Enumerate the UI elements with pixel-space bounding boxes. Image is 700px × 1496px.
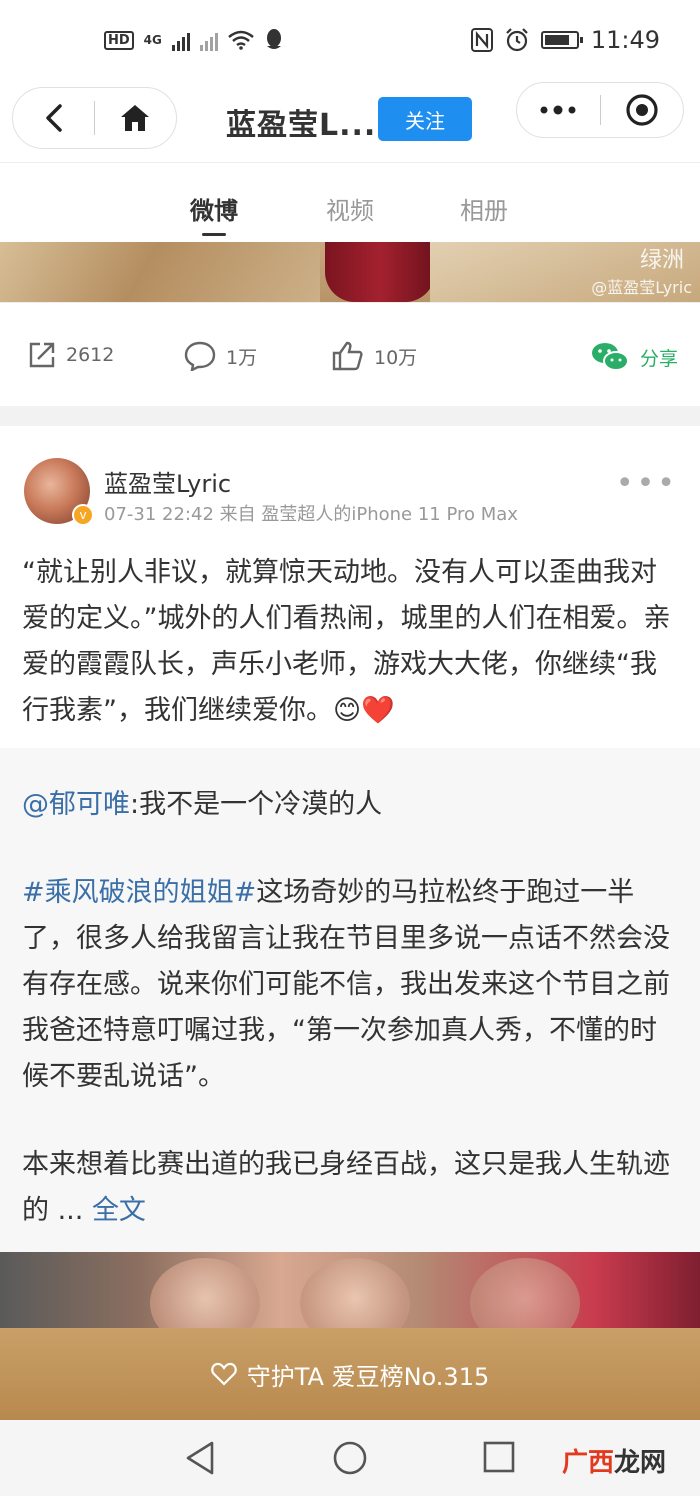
system-nav-bar: 广西龙网 bbox=[0, 1420, 700, 1496]
status-right: 11:49 bbox=[470, 26, 660, 54]
battery-icon bbox=[540, 31, 583, 49]
clock: 11:49 bbox=[590, 26, 660, 54]
target-icon bbox=[626, 94, 658, 126]
comment-button[interactable]: 1万 bbox=[184, 341, 257, 371]
image-watermark-handle: @蓝盈莹Lyric bbox=[591, 278, 692, 297]
reposted-content[interactable]: @郁可唯:我不是一个冷漠的人 #乘风破浪的姐姐#这场奇妙的马拉松终于跑过一半了，… bbox=[0, 748, 700, 1252]
nav-back-icon[interactable] bbox=[184, 1440, 216, 1476]
post-more-icon[interactable]: ••• bbox=[616, 469, 678, 499]
image-face bbox=[150, 1258, 260, 1328]
logo-black-text: 龙网 bbox=[613, 1448, 666, 1478]
wechat-icon bbox=[592, 343, 629, 371]
like-button[interactable]: 10万 bbox=[332, 341, 417, 371]
profile-tabs: 微博 视频 相册 bbox=[0, 162, 700, 242]
nav-home-icon[interactable] bbox=[332, 1440, 368, 1476]
image-face bbox=[300, 1258, 410, 1328]
verified-badge-icon: v bbox=[72, 504, 94, 526]
post-text: “就让别人非议，就算惊天动地。没有人可以歪曲我对爱的定义。”城外的人们看热闹，城… bbox=[22, 557, 671, 726]
comment-count: 1万 bbox=[226, 346, 258, 369]
more-icon bbox=[540, 105, 576, 115]
signal-icon bbox=[171, 29, 190, 51]
back-icon bbox=[45, 104, 62, 132]
network-label: 4G bbox=[143, 33, 162, 47]
status-bar: HD 4G 11:49 bbox=[0, 0, 700, 80]
hd-badge: HD bbox=[104, 30, 134, 50]
status-left: HD 4G bbox=[104, 28, 284, 52]
nav-header: 蓝盈莹L... 关注 bbox=[0, 80, 700, 162]
repost-icon bbox=[29, 342, 55, 368]
post-action-bar: 2612 1万 10万 分享 bbox=[0, 302, 700, 406]
post-username[interactable]: 蓝盈莹Lyric bbox=[104, 464, 231, 499]
repost-paragraph-text: 这场奇妙的马拉松终于跑过一半了，很多人给我留言让我在节目里多说一点话不然会没有存… bbox=[22, 877, 670, 1092]
tab-video[interactable]: 视频 bbox=[326, 191, 374, 226]
wifi-icon bbox=[228, 30, 254, 50]
tab-weibo[interactable]: 微博 bbox=[190, 191, 238, 226]
share-label: 分享 bbox=[640, 347, 679, 370]
image-figure bbox=[325, 242, 435, 302]
repost-mention-text: :我不是一个冷漠的人 bbox=[130, 789, 383, 820]
share-wechat-button[interactable]: 分享 bbox=[590, 341, 678, 373]
repost-image[interactable] bbox=[0, 1252, 700, 1328]
repost-author-line: @郁可唯:我不是一个冷漠的人 bbox=[22, 782, 682, 828]
follow-button[interactable]: 关注 bbox=[378, 97, 472, 141]
image-floor bbox=[0, 242, 320, 302]
alarm-icon bbox=[506, 28, 528, 52]
nav-recents-icon[interactable] bbox=[482, 1440, 516, 1474]
more-button[interactable] bbox=[517, 83, 600, 137]
image-watermark: 绿洲 bbox=[639, 248, 684, 273]
heart-outline-icon bbox=[210, 1362, 237, 1386]
post-meta: 07-31 22:42 来自 盈莹超人的iPhone 11 Pro Max bbox=[104, 504, 518, 525]
nav-capsule-right bbox=[516, 82, 684, 138]
thumbs-up-icon bbox=[332, 341, 363, 371]
mention-link[interactable]: @郁可唯 bbox=[22, 789, 130, 820]
tab-active-indicator bbox=[202, 233, 226, 236]
guard-label: 守护TA 爱豆榜No.315 bbox=[246, 1362, 490, 1391]
close-miniapp-button[interactable] bbox=[601, 83, 684, 137]
repost-paragraph-1: #乘风破浪的姐姐#这场奇妙的马拉松终于跑过一半了，很多人给我留言让我在节目里多说… bbox=[22, 870, 682, 1100]
weibo-post-card: v 蓝盈莹Lyric 07-31 22:42 来自 盈莹超人的iPhone 11… bbox=[0, 426, 700, 748]
repost-paragraph-2: 本来想着比赛出道的我已身经百战，这只是我人生轨迹的 ... 全文 bbox=[22, 1142, 682, 1234]
full-text-link[interactable]: 全文 bbox=[92, 1195, 146, 1226]
logo-red-text: 广西 bbox=[561, 1448, 614, 1478]
guard-idol-bar[interactable]: 守护TA 爱豆榜No.315 bbox=[0, 1328, 700, 1420]
nav-capsule-left bbox=[12, 87, 177, 149]
tab-album[interactable]: 相册 bbox=[460, 191, 508, 226]
back-button[interactable] bbox=[13, 88, 94, 148]
signal-2-icon bbox=[199, 29, 218, 51]
comment-icon bbox=[184, 341, 216, 371]
repost-button[interactable]: 2612 bbox=[28, 341, 114, 369]
like-count: 10万 bbox=[374, 346, 418, 369]
repost-count: 2612 bbox=[66, 344, 115, 366]
qq-icon bbox=[266, 29, 281, 49]
image-face bbox=[470, 1258, 580, 1328]
home-button[interactable] bbox=[95, 88, 176, 148]
home-icon bbox=[121, 105, 150, 131]
site-watermark-logo: 广西龙网 bbox=[562, 1442, 666, 1479]
nfc-icon bbox=[470, 28, 493, 52]
previous-post-image[interactable]: 绿洲 @蓝盈莹Lyric bbox=[0, 242, 700, 302]
page-title: 蓝盈莹L... bbox=[226, 108, 377, 143]
hashtag-link[interactable]: #乘风破浪的姐姐# bbox=[22, 877, 256, 908]
